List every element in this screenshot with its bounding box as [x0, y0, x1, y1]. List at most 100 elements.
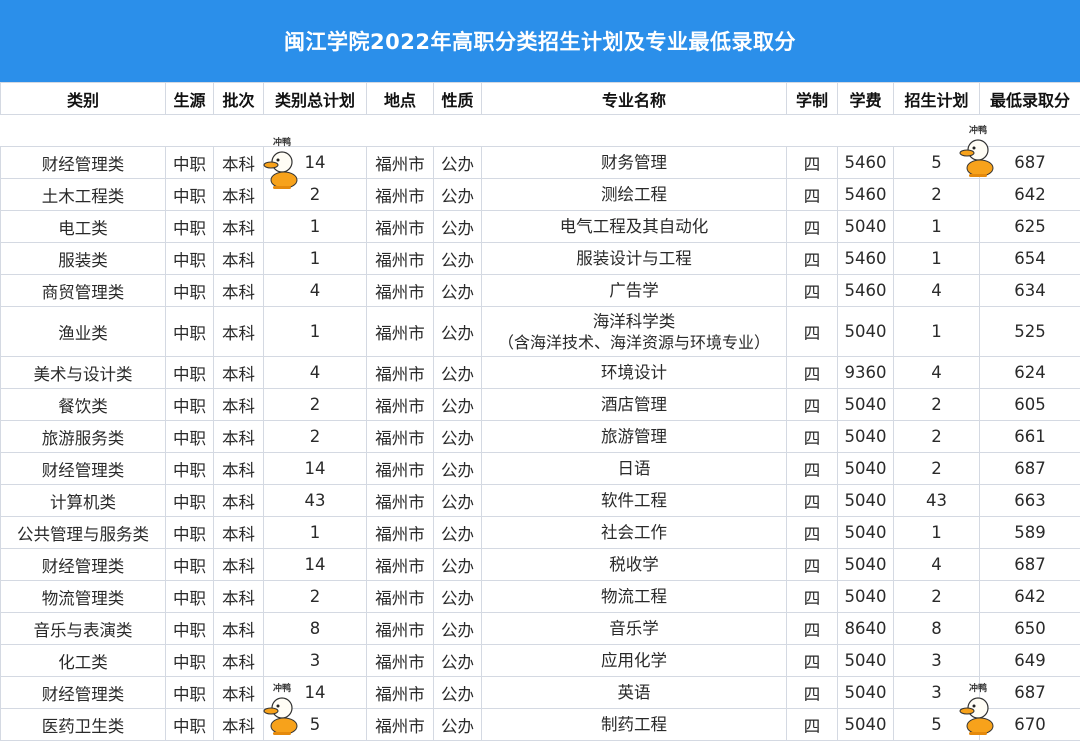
cell-batch: 本科	[214, 613, 264, 645]
cell-source: 中职	[166, 645, 214, 677]
cell-score: 649	[980, 645, 1080, 677]
cell-score: 650	[980, 613, 1080, 645]
cell-years: 四	[787, 147, 838, 179]
major-name: 日语	[482, 458, 786, 479]
col-header-years: 学制	[787, 83, 838, 115]
cell-score: 525	[980, 307, 1080, 357]
page-title: 闽江学院2022年高职分类招生计划及专业最低录取分	[284, 26, 796, 56]
cell-years: 四	[787, 275, 838, 307]
cell-location: 福州市	[367, 389, 434, 421]
cell-batch: 本科	[214, 275, 264, 307]
cell-years: 四	[787, 517, 838, 549]
table-row: 财经管理类中职本科14福州市公办财务管理四54605687	[1, 147, 1080, 179]
cell-category: 财经管理类	[1, 677, 166, 709]
col-header-fee: 学费	[838, 83, 894, 115]
cell-source: 中职	[166, 275, 214, 307]
cell-nature: 公办	[434, 357, 482, 389]
cell-batch: 本科	[214, 677, 264, 709]
cell-years: 四	[787, 453, 838, 485]
cell-major: 制药工程	[482, 709, 787, 741]
cell-score: 687	[980, 549, 1080, 581]
cell-plan: 4	[894, 357, 980, 389]
cell-plan: 1	[894, 517, 980, 549]
cell-source: 中职	[166, 179, 214, 211]
cell-nature: 公办	[434, 549, 482, 581]
cell-category: 渔业类	[1, 307, 166, 357]
major-name: 社会工作	[482, 522, 786, 543]
cell-years: 四	[787, 581, 838, 613]
cell-nature: 公办	[434, 645, 482, 677]
cell-fee: 5040	[838, 389, 894, 421]
cell-score: 654	[980, 243, 1080, 275]
cell-score: 624	[980, 357, 1080, 389]
cell-major: 物流工程	[482, 581, 787, 613]
major-name: 音乐学	[482, 618, 786, 639]
cell-source: 中职	[166, 389, 214, 421]
cell-nature: 公办	[434, 677, 482, 709]
major-name: 服装设计与工程	[482, 248, 786, 269]
duck-sticker: 冲鸭	[958, 126, 998, 178]
cell-plan: 2	[894, 453, 980, 485]
cell-batch: 本科	[214, 421, 264, 453]
cell-source: 中职	[166, 421, 214, 453]
table-row: 音乐与表演类中职本科8福州市公办音乐学四86408650	[1, 613, 1080, 645]
table-row: 财经管理类中职本科14福州市公办日语四50402687	[1, 453, 1080, 485]
cell-nature: 公办	[434, 179, 482, 211]
cell-score: 642	[980, 179, 1080, 211]
cell-batch: 本科	[214, 243, 264, 275]
major-name: 海洋科学类	[482, 311, 786, 332]
table-row: 财经管理类中职本科14福州市公办税收学四50404687	[1, 549, 1080, 581]
cell-location: 福州市	[367, 453, 434, 485]
cell-years: 四	[787, 645, 838, 677]
cell-years: 四	[787, 211, 838, 243]
cell-score: 661	[980, 421, 1080, 453]
cell-source: 中职	[166, 613, 214, 645]
cell-major: 社会工作	[482, 517, 787, 549]
cell-total: 43	[264, 485, 367, 517]
cell-source: 中职	[166, 307, 214, 357]
cell-major: 服装设计与工程	[482, 243, 787, 275]
cell-nature: 公办	[434, 421, 482, 453]
cell-nature: 公办	[434, 709, 482, 741]
cell-location: 福州市	[367, 357, 434, 389]
cell-score: 687	[980, 453, 1080, 485]
cell-fee: 5040	[838, 645, 894, 677]
cell-source: 中职	[166, 453, 214, 485]
cell-category: 美术与设计类	[1, 357, 166, 389]
cell-source: 中职	[166, 243, 214, 275]
cell-nature: 公办	[434, 243, 482, 275]
col-header-location: 地点	[367, 83, 434, 115]
table-row: 餐饮类中职本科2福州市公办酒店管理四50402605	[1, 389, 1080, 421]
cell-plan: 4	[894, 549, 980, 581]
table-row: 旅游服务类中职本科2福州市公办旅游管理四50402661	[1, 421, 1080, 453]
cell-major: 海洋科学类（含海洋技术、海洋资源与环境专业）	[482, 307, 787, 357]
cell-category: 电工类	[1, 211, 166, 243]
cell-location: 福州市	[367, 517, 434, 549]
table-body: 财经管理类中职本科14福州市公办财务管理四54605687土木工程类中职本科2福…	[1, 115, 1080, 741]
cell-nature: 公办	[434, 211, 482, 243]
cell-fee: 9360	[838, 357, 894, 389]
cell-location: 福州市	[367, 211, 434, 243]
cell-category: 财经管理类	[1, 147, 166, 179]
duck-sticker: 冲鸭	[262, 684, 302, 736]
cell-plan: 4	[894, 275, 980, 307]
table-row: 物流管理类中职本科2福州市公办物流工程四50402642	[1, 581, 1080, 613]
cell-location: 福州市	[367, 485, 434, 517]
cell-major: 应用化学	[482, 645, 787, 677]
cell-batch: 本科	[214, 147, 264, 179]
cell-location: 福州市	[367, 581, 434, 613]
spacer-row	[1, 115, 1080, 147]
cell-nature: 公办	[434, 453, 482, 485]
cell-years: 四	[787, 613, 838, 645]
cell-years: 四	[787, 709, 838, 741]
col-header-batch: 批次	[214, 83, 264, 115]
cell-score: 589	[980, 517, 1080, 549]
table-row: 服装类中职本科1福州市公办服装设计与工程四54601654	[1, 243, 1080, 275]
cell-total: 3	[264, 645, 367, 677]
cell-major: 税收学	[482, 549, 787, 581]
cell-years: 四	[787, 357, 838, 389]
cell-major: 酒店管理	[482, 389, 787, 421]
major-name: 物流工程	[482, 586, 786, 607]
cell-years: 四	[787, 179, 838, 211]
cell-total: 1	[264, 211, 367, 243]
